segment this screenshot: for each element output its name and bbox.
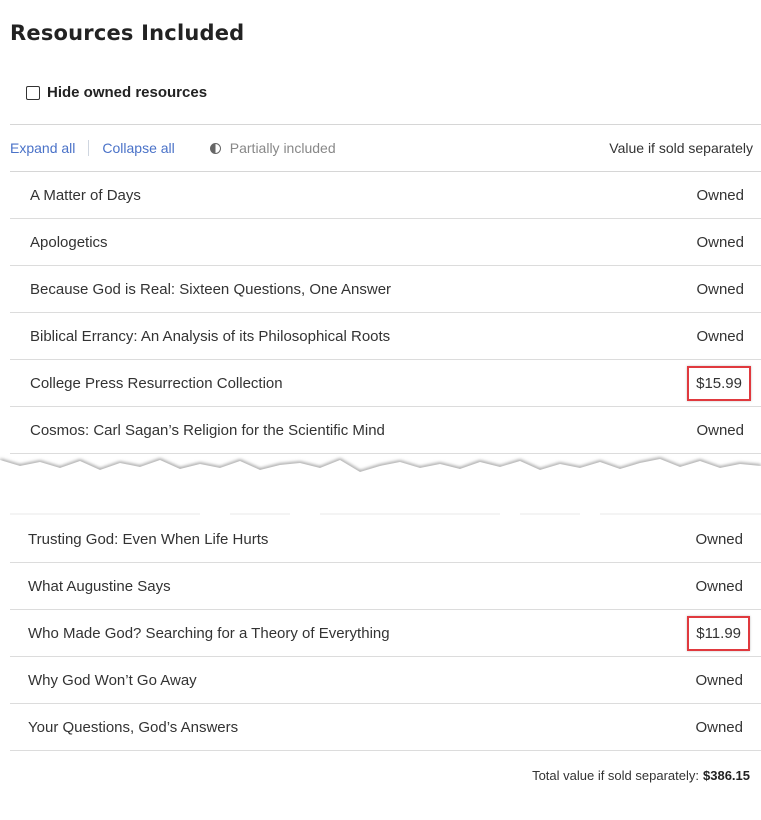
resource-name[interactable]: Trusting God: Even When Life Hurts xyxy=(10,531,268,548)
resource-value: Owned xyxy=(695,577,743,595)
resource-name[interactable]: A Matter of Days xyxy=(10,187,141,204)
resource-row[interactable]: Biblical Errancy: An Analysis of its Phi… xyxy=(10,313,761,360)
resource-name[interactable]: College Press Resurrection Collection xyxy=(10,375,283,392)
resource-row[interactable]: Why God Won’t Go Away Owned xyxy=(10,657,761,704)
resource-row[interactable]: Apologetics Owned xyxy=(10,219,761,266)
total-label: Total value if sold separately: xyxy=(532,768,699,783)
resource-row[interactable]: What Augustine Says Owned xyxy=(10,563,761,610)
partially-included-legend: Partially included xyxy=(209,140,336,156)
resource-name[interactable]: Who Made God? Searching for a Theory of … xyxy=(10,625,390,642)
resource-name[interactable]: Cosmos: Carl Sagan’s Religion for the Sc… xyxy=(10,422,385,439)
resource-row[interactable]: Your Questions, God’s Answers Owned xyxy=(10,704,761,751)
half-circle-icon xyxy=(209,142,221,154)
page-title: Resources Included xyxy=(10,21,245,45)
resource-value: Owned xyxy=(695,530,743,548)
hide-owned-label[interactable]: Hide owned resources xyxy=(47,84,207,101)
highlighted-price: $15.99 xyxy=(687,365,751,401)
resource-name[interactable]: Why God Won’t Go Away xyxy=(10,672,197,689)
resource-value: Owned xyxy=(695,671,743,689)
resource-value: Owned xyxy=(696,327,744,345)
collapse-all-link[interactable]: Collapse all xyxy=(102,140,174,156)
resource-row[interactable]: Trusting God: Even When Life Hurts Owned xyxy=(10,516,761,563)
hide-owned-toggle[interactable]: Hide owned resources xyxy=(26,84,207,101)
resource-value: Owned xyxy=(696,421,744,439)
resource-row[interactable]: Who Made God? Searching for a Theory of … xyxy=(10,610,761,657)
resource-row[interactable]: Cosmos: Carl Sagan’s Religion for the Sc… xyxy=(10,407,761,454)
resource-list-top: A Matter of Days Owned Apologetics Owned… xyxy=(10,172,761,454)
highlighted-price: $11.99 xyxy=(687,615,750,651)
resource-row[interactable]: A Matter of Days Owned xyxy=(10,172,761,219)
resource-row[interactable]: College Press Resurrection Collection $1… xyxy=(10,360,761,407)
toolbar-separator xyxy=(88,140,90,156)
resource-row[interactable]: Because God is Real: Sixteen Questions, … xyxy=(10,266,761,313)
hide-owned-checkbox[interactable] xyxy=(26,85,40,100)
torn-page-break xyxy=(0,457,761,520)
resource-list-bottom: Trusting God: Even When Life Hurts Owned… xyxy=(10,516,761,751)
resource-name[interactable]: Biblical Errancy: An Analysis of its Phi… xyxy=(10,328,390,345)
resource-value: Owned xyxy=(696,233,744,251)
value-column-header: Value if sold separately xyxy=(609,140,753,156)
resource-name[interactable]: Apologetics xyxy=(10,234,108,251)
resource-name[interactable]: Because God is Real: Sixteen Questions, … xyxy=(10,281,391,298)
expand-all-link[interactable]: Expand all xyxy=(10,140,75,156)
total-value: Total value if sold separately: $386.15 xyxy=(532,768,750,783)
resource-name[interactable]: What Augustine Says xyxy=(10,578,171,595)
total-amount: $386.15 xyxy=(703,768,750,783)
resource-value: Owned xyxy=(696,186,744,204)
partially-included-label: Partially included xyxy=(229,140,336,156)
resource-value: Owned xyxy=(695,718,743,736)
resource-value: Owned xyxy=(696,280,744,298)
resources-toolbar: Expand all Collapse all Partially includ… xyxy=(10,125,753,171)
resource-name[interactable]: Your Questions, God’s Answers xyxy=(10,719,238,736)
